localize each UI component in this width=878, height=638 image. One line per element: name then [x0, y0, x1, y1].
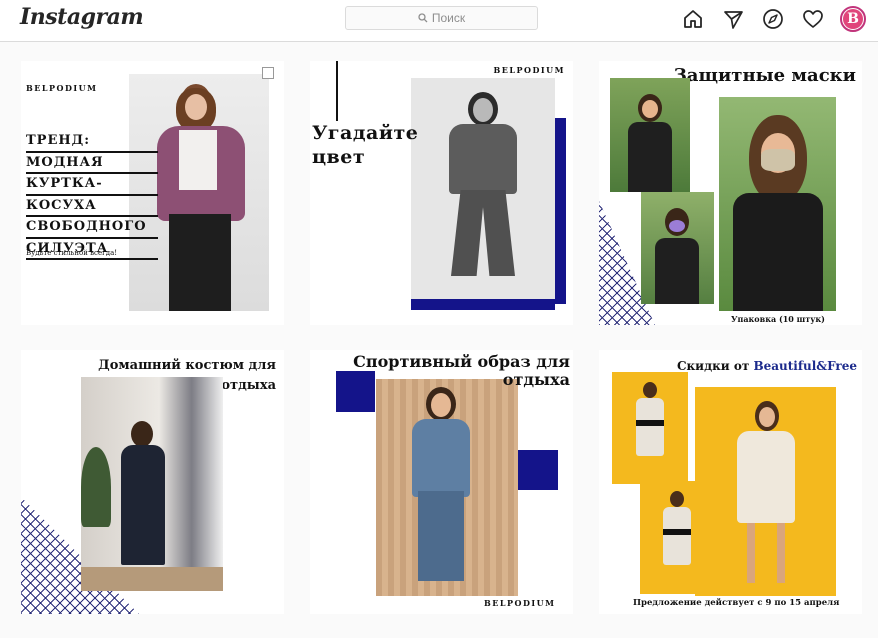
- post-photo: [641, 192, 714, 304]
- post-photo: [81, 377, 223, 591]
- nav-icons: B: [680, 6, 866, 32]
- post-tile[interactable]: Домашний костюм для отдыха: [21, 350, 284, 614]
- post-subtitle: Будьте стильной всегда!: [26, 249, 118, 257]
- post-title: Угадайте цвет: [312, 122, 419, 168]
- search-icon: [418, 13, 428, 23]
- post-caption: Упаковка (10 штук): [731, 314, 825, 324]
- post-title: Защитные маски: [673, 65, 856, 86]
- navy-block: [518, 450, 558, 490]
- post-tile[interactable]: Спортивный образ для отдыха BELPODIUM: [310, 350, 573, 614]
- brand-label: BELPODIUM: [484, 598, 556, 608]
- brand-label: BELPODIUM: [493, 65, 565, 75]
- post-photo: [719, 97, 836, 311]
- explore-icon[interactable]: [760, 6, 786, 32]
- search-input[interactable]: Поиск: [345, 6, 538, 30]
- top-navigation-bar: Instagram Поиск B: [0, 0, 878, 42]
- multi-post-icon: [262, 67, 274, 79]
- post-photo: [411, 78, 555, 310]
- navy-strip: [411, 299, 555, 310]
- post-tile[interactable]: Скидки от Beautiful&Free Предложение дей…: [599, 350, 862, 614]
- post-title: ТРЕНД: МОДНАЯ КУРТКА- КОСУХА СВОБОДНОГО …: [26, 131, 158, 260]
- avatar-letter: B: [843, 9, 863, 29]
- activity-heart-icon[interactable]: [800, 6, 826, 32]
- brand-label: BELPODIUM: [26, 83, 98, 93]
- post-caption: Предложение действует с 9 по 15 апреля: [633, 598, 840, 608]
- post-tile[interactable]: Защитные маски Упаковка (10 штук): [599, 61, 862, 325]
- post-photo: [612, 372, 688, 484]
- post-title: Скидки от Beautiful&Free: [676, 359, 857, 373]
- post-title: Спортивный образ для отдыха: [353, 352, 570, 389]
- direct-icon[interactable]: [720, 6, 746, 32]
- post-tile[interactable]: BELPODIUM ТРЕНД: МОДНАЯ КУРТКА- КОСУХА С…: [21, 61, 284, 325]
- search-placeholder: Поиск: [431, 11, 466, 25]
- post-photo: [610, 78, 690, 192]
- post-tile[interactable]: BELPODIUM Угадайте цвет: [310, 61, 573, 325]
- instagram-logo[interactable]: Instagram: [20, 4, 144, 30]
- profile-avatar[interactable]: B: [840, 6, 866, 32]
- post-photo: [376, 379, 518, 596]
- post-photo: [695, 387, 836, 596]
- home-icon[interactable]: [680, 6, 706, 32]
- accent-line: [336, 61, 338, 121]
